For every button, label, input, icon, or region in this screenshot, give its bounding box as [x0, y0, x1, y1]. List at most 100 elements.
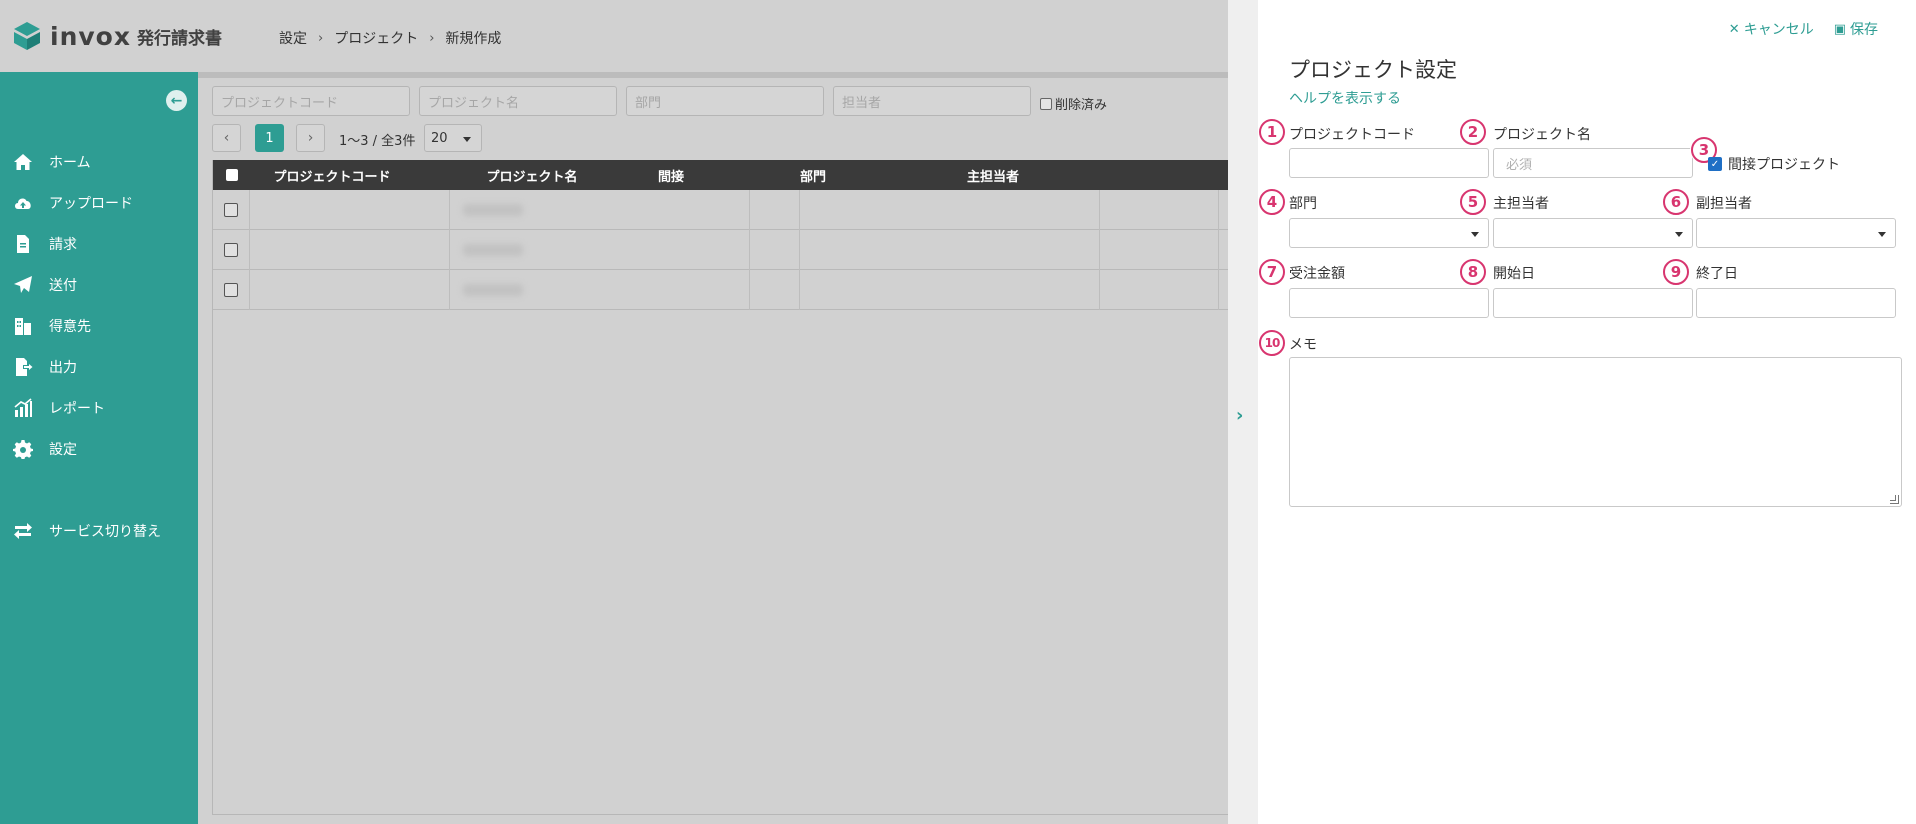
close-icon: ✕: [1728, 21, 1740, 37]
sidebar-collapse-button[interactable]: ←: [166, 90, 187, 111]
column-divider: [449, 190, 450, 310]
app-header: invox 発行請求書 設定 › プロジェクト › 新規作成: [0, 0, 1228, 72]
select-all-checkbox[interactable]: [226, 169, 238, 181]
step-badge-2: 2: [1460, 119, 1486, 145]
department-select[interactable]: [1289, 218, 1489, 248]
save-button[interactable]: ▣ 保存: [1834, 19, 1878, 39]
end-date-field[interactable]: [1696, 288, 1896, 318]
blurred-cell: [463, 284, 523, 296]
row-checkbox[interactable]: [224, 243, 238, 257]
gear-icon: [11, 439, 35, 459]
breadcrumb-separator: ›: [429, 30, 435, 46]
prev-page-button[interactable]: ‹: [212, 124, 241, 152]
step-badge-1: 1: [1259, 119, 1285, 145]
breadcrumb-item-project[interactable]: プロジェクト: [334, 28, 418, 48]
column-divider: [749, 190, 750, 310]
column-divider: [249, 190, 250, 310]
sidebar-item-label: 出力: [49, 360, 77, 376]
page-1-button[interactable]: 1: [255, 124, 284, 152]
step-badge-4: 4: [1259, 189, 1285, 215]
sidebar-item-settings[interactable]: 設定: [0, 434, 198, 464]
indirect-project-checkbox[interactable]: ✓ 間接プロジェクト: [1708, 154, 1840, 174]
sidebar-item-label: サービス切り替え: [49, 524, 161, 540]
sub-person-select[interactable]: [1696, 218, 1896, 248]
column-header-department[interactable]: 部門: [743, 160, 883, 190]
end-date-label: 終了日: [1696, 266, 1738, 282]
product-name: 発行請求書: [136, 28, 222, 49]
cancel-button[interactable]: ✕ キャンセル: [1729, 19, 1814, 39]
column-divider: [1218, 190, 1219, 310]
caret-down-icon: [463, 137, 471, 142]
indirect-project-label: 間接プロジェクト: [1728, 157, 1840, 173]
logo-cube-icon: [14, 22, 40, 50]
page-title: プロジェクト設定: [1289, 58, 1457, 82]
checkmark-icon[interactable]: ✓: [1708, 157, 1722, 171]
sidebar-item-send[interactable]: 送付: [0, 270, 198, 300]
logo[interactable]: invox 発行請求書: [12, 20, 222, 52]
sidebar-item-home[interactable]: ホーム: [0, 147, 198, 177]
step-badge-8: 8: [1460, 259, 1486, 285]
memo-textarea[interactable]: [1289, 357, 1902, 507]
cloud-upload-icon: [11, 193, 35, 213]
resize-handle-icon[interactable]: [1890, 495, 1899, 504]
breadcrumb-item-settings[interactable]: 設定: [279, 28, 307, 48]
deleted-checkbox[interactable]: 削除済み: [1040, 94, 1107, 113]
sidebar-item-customers[interactable]: 得意先: [0, 311, 198, 341]
project-name-label: プロジェクト名: [1493, 127, 1591, 143]
chevron-right-icon: ›: [307, 130, 314, 146]
column-header-indirect[interactable]: 間接: [651, 160, 691, 190]
table-header: プロジェクトコード プロジェクト名 間接 部門 主担当者: [213, 160, 1229, 190]
memo-label: メモ: [1289, 337, 1317, 353]
table-row[interactable]: [213, 230, 1229, 270]
per-page-value: 20: [431, 130, 448, 146]
step-badge-9: 9: [1663, 259, 1689, 285]
building-icon: [11, 316, 35, 336]
per-page-select[interactable]: 20: [424, 124, 482, 152]
sidebar-item-invoice[interactable]: 請求: [0, 229, 198, 259]
sidebar-item-label: ホーム: [49, 155, 91, 171]
department-label: 部門: [1289, 196, 1317, 212]
row-checkbox[interactable]: [224, 283, 238, 297]
caret-down-icon: [1675, 232, 1683, 237]
project-code-filter[interactable]: プロジェクトコード: [212, 86, 410, 116]
project-name-filter[interactable]: プロジェクト名: [419, 86, 617, 116]
person-filter[interactable]: 担当者: [833, 86, 1031, 116]
row-checkbox[interactable]: [224, 203, 238, 217]
department-filter[interactable]: 部門: [626, 86, 824, 116]
project-list-panel: プロジェクトコード プロジェクト名 部門 担当者 削除済み ‹ 1 › 1〜3 …: [198, 72, 1229, 824]
help-link[interactable]: ヘルプを表示する: [1289, 88, 1401, 108]
blurred-cell: [463, 244, 523, 256]
project-settings-drawer: ✕ キャンセル ▣ 保存 プロジェクト設定 ヘルプを表示する 1 プロジェクトコ…: [1258, 0, 1916, 824]
sidebar-item-report[interactable]: レポート: [0, 393, 198, 423]
breadcrumb: 設定 › プロジェクト › 新規作成: [279, 28, 501, 48]
checkbox-box[interactable]: [1040, 97, 1052, 110]
table-row[interactable]: [213, 190, 1229, 230]
breadcrumb-separator: ›: [318, 30, 324, 46]
chevron-left-icon: ‹: [223, 130, 230, 146]
drawer-gutter[interactable]: ›: [1228, 0, 1258, 824]
chevron-right-icon[interactable]: ›: [1236, 405, 1243, 426]
project-name-field[interactable]: 必須: [1493, 148, 1693, 178]
sidebar-item-service-switch[interactable]: サービス切り替え: [0, 516, 198, 546]
sidebar-item-label: 設定: [49, 442, 77, 458]
blurred-cell: [463, 204, 523, 216]
main-person-select[interactable]: [1493, 218, 1693, 248]
step-badge-6: 6: [1663, 189, 1689, 215]
next-page-button[interactable]: ›: [296, 124, 325, 152]
document-icon: [11, 234, 35, 254]
sidebar-item-export[interactable]: 出力: [0, 352, 198, 382]
caret-down-icon: [1471, 232, 1479, 237]
column-header-project-code[interactable]: プロジェクトコード: [250, 160, 414, 190]
order-amount-field[interactable]: [1289, 288, 1489, 318]
sidebar-item-label: 得意先: [49, 319, 91, 335]
column-header-main-person[interactable]: 主担当者: [938, 160, 1048, 190]
column-header-project-name[interactable]: プロジェクト名: [450, 160, 614, 190]
start-date-label: 開始日: [1493, 266, 1535, 282]
table-row[interactable]: [213, 270, 1229, 310]
divider: [198, 72, 1228, 78]
sidebar-item-upload[interactable]: アップロード: [0, 188, 198, 218]
step-badge-10: 10: [1259, 330, 1285, 356]
project-code-field[interactable]: [1289, 148, 1489, 178]
column-divider: [1099, 190, 1100, 310]
start-date-field[interactable]: [1493, 288, 1693, 318]
